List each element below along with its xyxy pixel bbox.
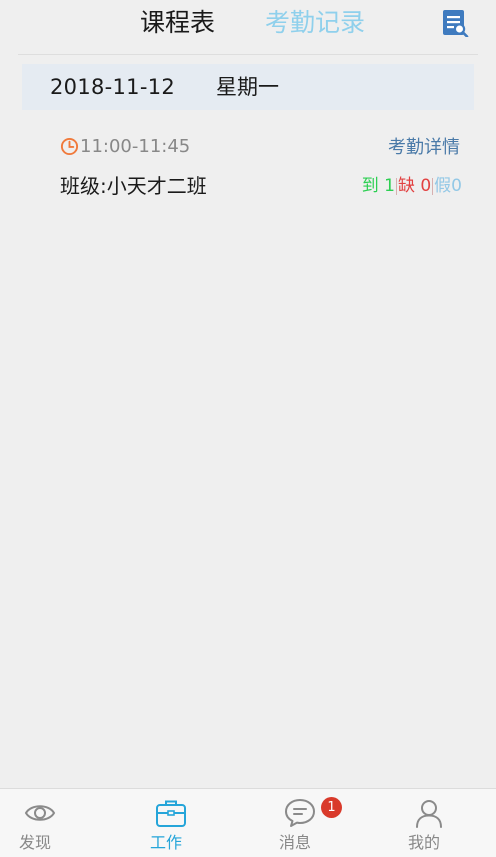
- stat-divider: [395, 177, 397, 195]
- nav-discover-label: 发现: [18, 833, 51, 852]
- chat-icon: [285, 799, 315, 827]
- tab-schedule[interactable]: 课程表: [140, 6, 215, 40]
- bottom-nav: 发现 工作 1 消息 我的: [0, 788, 496, 857]
- course-item: 11:00-11:45 考勤详情 班级:小天才二班 到 1 缺 0 假0: [22, 126, 474, 210]
- eye-icon: [24, 805, 56, 821]
- person-icon: [416, 800, 442, 828]
- document-search-icon[interactable]: [441, 9, 469, 37]
- nav-mine[interactable]: 我的: [384, 797, 474, 855]
- class-name: 班级:小天才二班: [60, 174, 207, 198]
- absent-count: 缺 0: [397, 176, 432, 196]
- briefcase-icon: [156, 800, 186, 827]
- header-divider: [18, 54, 478, 55]
- present-count: 到 1: [361, 176, 395, 196]
- nav-messages-label: 消息: [278, 833, 311, 852]
- tab-attendance-records[interactable]: 考勤记录: [265, 6, 365, 40]
- nav-work-label: 工作: [149, 833, 182, 852]
- weekday-label: 星期一: [216, 75, 279, 99]
- attendance-detail-link[interactable]: 考勤详情: [388, 133, 460, 159]
- leave-count: 假0: [434, 176, 462, 196]
- nav-mine-label: 我的: [407, 833, 440, 852]
- course-time: 11:00-11:45: [60, 134, 190, 158]
- clock-icon: [60, 137, 79, 155]
- stat-divider: [432, 177, 434, 195]
- date-bar: 2018-11-12 星期一: [22, 64, 474, 110]
- attendance-stats: 到 1 缺 0 假0: [362, 174, 462, 198]
- top-header: 课程表 考勤记录: [0, 0, 496, 52]
- message-badge: 1: [321, 797, 342, 818]
- nav-messages[interactable]: 1 消息: [255, 797, 345, 855]
- nav-discover[interactable]: 发现: [0, 797, 85, 855]
- nav-work[interactable]: 工作: [126, 797, 216, 855]
- date-label: 2018-11-12: [50, 75, 176, 99]
- course-time-text: 11:00-11:45: [80, 135, 191, 157]
